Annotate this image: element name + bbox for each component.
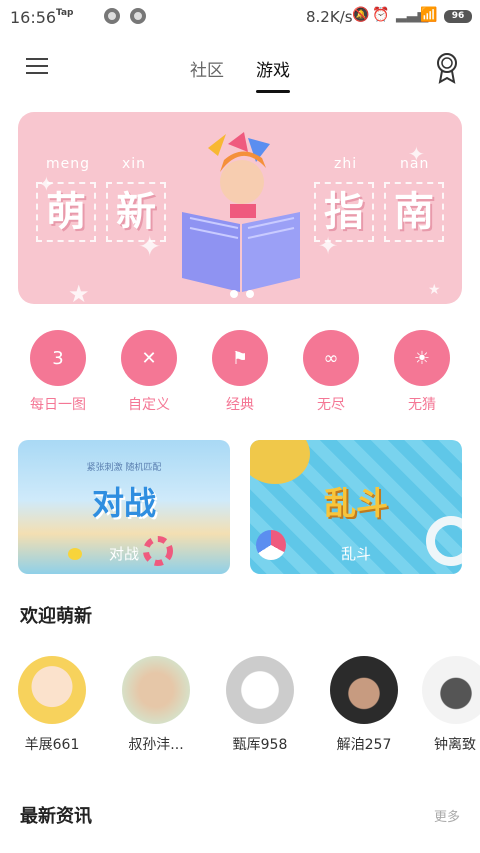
category-custom[interactable]: ✕ 自定义 xyxy=(104,330,194,414)
category-label: 每日一图 xyxy=(30,397,86,413)
banner-char: 南 xyxy=(384,182,444,242)
tab-community[interactable]: 社区 xyxy=(190,56,224,81)
medal-icon[interactable] xyxy=(436,52,458,84)
banner-pinyin: zhi xyxy=(334,156,358,172)
crossed-pencils-icon: ✕ xyxy=(121,330,177,386)
avatar xyxy=(122,656,190,724)
flag-icon: ⚑ xyxy=(212,330,268,386)
avatar xyxy=(226,656,294,724)
tap-label: Tap xyxy=(56,8,74,18)
avatar xyxy=(330,656,398,724)
banner-char: 萌 xyxy=(36,182,96,242)
user-name: 解洎257 xyxy=(336,737,392,753)
brawl-title: 乱斗 xyxy=(323,484,388,522)
user-name: 羊展661 xyxy=(24,737,80,753)
alarm-icon: ⏰ xyxy=(372,7,390,23)
user-name: 甄厍958 xyxy=(232,737,288,753)
notification-icon xyxy=(104,8,120,24)
top-nav: 社区 游戏 xyxy=(0,46,480,93)
user-item[interactable]: 叔孙沣... xyxy=(110,656,202,754)
category-label: 无尽 xyxy=(317,397,345,413)
calendar-3-icon: 3 xyxy=(30,330,86,386)
category-daily[interactable]: 3 每日一图 xyxy=(13,330,103,414)
category-no-guess[interactable]: ☀ 无猜 xyxy=(377,330,467,414)
reading-kid-illustration xyxy=(182,132,300,298)
battery-icon: 96 xyxy=(444,10,472,23)
category-label: 无猜 xyxy=(408,397,436,413)
network-speed: 8.2K/s xyxy=(306,8,353,26)
wifi-icon: 📶 xyxy=(420,7,438,23)
banner-pinyin: meng xyxy=(46,156,91,172)
battle-title: 对战 xyxy=(91,484,156,522)
user-item[interactable]: 钟离致 xyxy=(422,656,480,754)
banner-pinyin: xin xyxy=(122,156,147,172)
avatar xyxy=(422,656,480,724)
banner-pinyin: nan xyxy=(400,156,430,172)
category-label: 经典 xyxy=(226,397,254,413)
user-item[interactable]: 甄厍958 xyxy=(214,656,306,754)
user-name: 钟离致 xyxy=(434,737,476,753)
more-link[interactable]: 更多 xyxy=(434,806,460,825)
status-bar: 16:56 Tap 8.2K/s 🔕 ⏰ ▂▃▅ 📶 96 xyxy=(0,0,480,34)
battle-label: 对战 xyxy=(108,545,139,563)
lightbulb-icon: ☀ xyxy=(394,330,450,386)
category-endless[interactable]: ∞ 无尽 xyxy=(286,330,376,414)
user-item[interactable]: 解洎257 xyxy=(318,656,410,754)
menu-icon[interactable] xyxy=(26,58,48,76)
category-label: 自定义 xyxy=(128,397,170,413)
banner-char: 指 xyxy=(314,182,374,242)
infinity-icon: ∞ xyxy=(303,330,359,386)
category-classic[interactable]: ⚑ 经典 xyxy=(195,330,285,414)
user-item[interactable]: 羊展661 xyxy=(6,656,98,754)
notification-icon xyxy=(130,8,146,24)
mute-icon: 🔕 xyxy=(352,7,370,23)
status-time: 16:56 xyxy=(10,8,57,27)
battle-card[interactable]: 紧张刺激 随机匹配 对战 对战 xyxy=(18,440,230,574)
category-row: 3 每日一图 ✕ 自定义 ⚑ 经典 ∞ 无尽 ☀ 无猜 xyxy=(0,330,480,420)
tab-games[interactable]: 游戏 xyxy=(256,56,290,93)
news-title: 最新资讯 xyxy=(20,806,92,827)
brawl-label: 乱斗 xyxy=(340,545,371,563)
brawl-card[interactable]: 乱斗 乱斗 xyxy=(250,440,462,574)
user-name: 叔孙沣... xyxy=(128,737,184,753)
banner-char: 新 xyxy=(106,182,166,242)
battle-subtitle: 紧张刺激 随机匹配 xyxy=(86,463,162,473)
avatar xyxy=(18,656,86,724)
welcome-title: 欢迎萌新 xyxy=(20,606,92,627)
